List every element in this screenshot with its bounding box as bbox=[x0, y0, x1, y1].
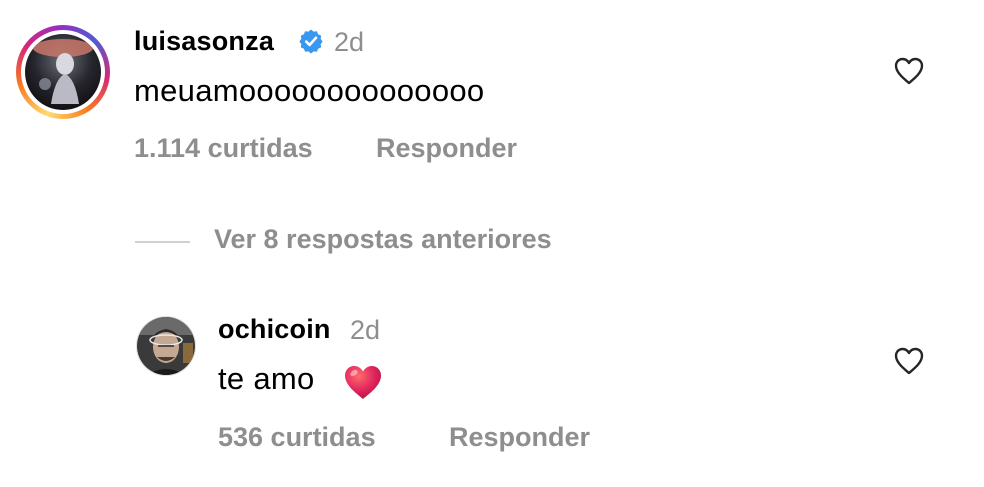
comment-username[interactable]: luisasonza bbox=[134, 26, 274, 57]
red-heart-emoji-icon bbox=[342, 361, 384, 403]
comment-time: 2d bbox=[334, 27, 365, 57]
comment-text: meuamoooooooooooooo bbox=[134, 73, 485, 108]
reply-username[interactable]: ochicoin bbox=[218, 314, 331, 345]
reply-text: te amo bbox=[218, 361, 315, 396]
avatar bbox=[25, 34, 101, 110]
reply-text-row: te amo bbox=[218, 361, 381, 399]
replies-divider bbox=[135, 241, 190, 243]
verified-badge-icon bbox=[298, 28, 324, 54]
comment-reply-button[interactable]: Responder bbox=[376, 133, 517, 164]
view-previous-replies-button[interactable]: Ver 8 respostas anteriores bbox=[214, 224, 552, 255]
reply-likes-count[interactable]: 536 curtidas bbox=[218, 422, 376, 453]
avatar-story-ring[interactable] bbox=[16, 25, 110, 119]
heart-outline-icon[interactable] bbox=[893, 56, 925, 86]
heart-outline-icon[interactable] bbox=[893, 346, 925, 376]
reply-avatar[interactable] bbox=[136, 316, 196, 376]
comment-likes-count[interactable]: 1.114 curtidas bbox=[134, 133, 313, 164]
reply-time: 2d bbox=[350, 315, 381, 345]
reply-reply-button[interactable]: Responder bbox=[449, 422, 590, 453]
